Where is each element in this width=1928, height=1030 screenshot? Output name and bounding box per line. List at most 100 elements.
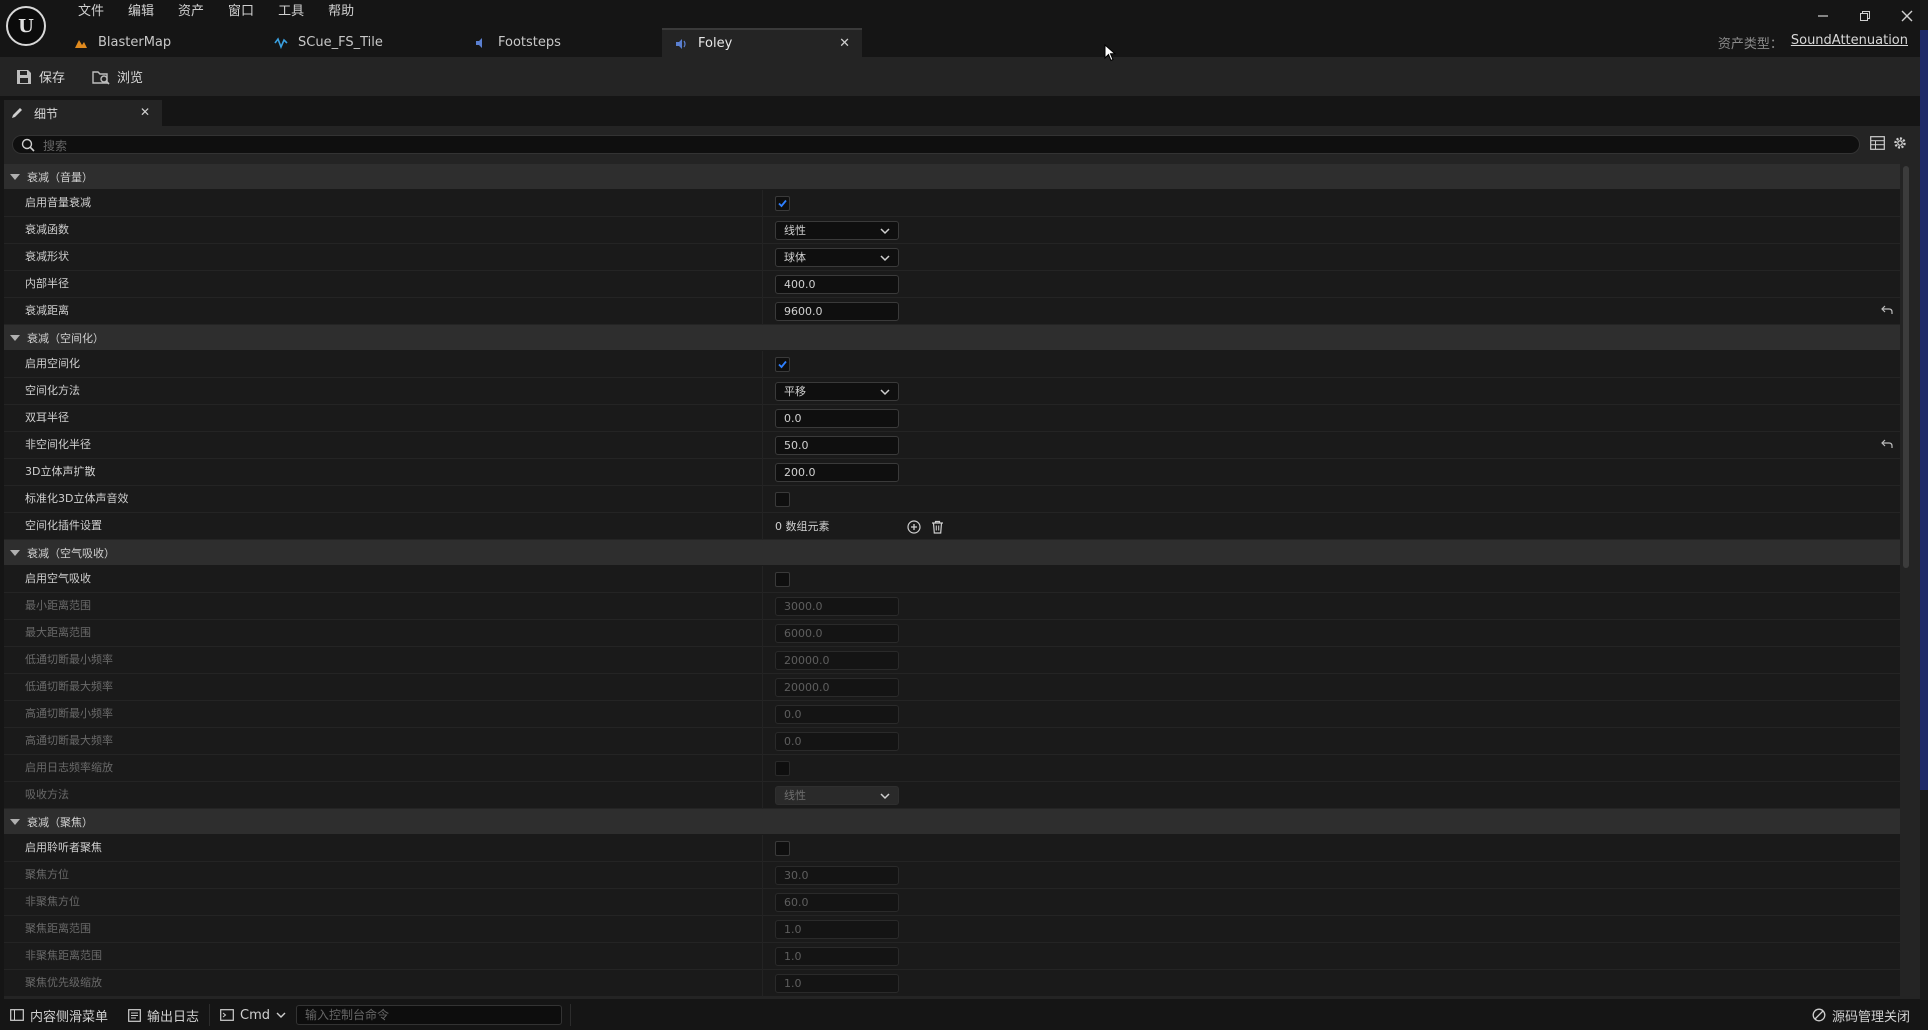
- column-divider[interactable]: [762, 835, 763, 862]
- minimize-icon[interactable]: [1802, 0, 1844, 32]
- column-divider[interactable]: [762, 378, 763, 405]
- search-box[interactable]: [12, 135, 1860, 154]
- menu-item[interactable]: 工具: [266, 2, 316, 22]
- checkbox[interactable]: [775, 196, 790, 211]
- console-command-input[interactable]: [296, 1005, 563, 1025]
- property-label: 最大距离范围: [25, 626, 91, 639]
- number-field[interactable]: 1.0: [775, 920, 899, 939]
- number-field[interactable]: 9600.0: [775, 302, 899, 321]
- number-field[interactable]: 0.0: [775, 732, 899, 751]
- column-divider[interactable]: [762, 916, 763, 943]
- dropdown-select[interactable]: 平移: [775, 382, 899, 401]
- column-divider[interactable]: [762, 244, 763, 271]
- column-divider[interactable]: [762, 889, 763, 916]
- checkbox[interactable]: [775, 357, 790, 372]
- source-control-button[interactable]: 源码管理关闭: [1812, 1000, 1910, 1030]
- category-header[interactable]: 衰减（聚焦）: [4, 809, 1900, 835]
- number-field[interactable]: 20000.0: [775, 678, 899, 697]
- tab-scue-fs-tile[interactable]: SCue_FS_Tile: [262, 28, 462, 57]
- tab-foley[interactable]: Foley ✕: [662, 28, 862, 57]
- content-drawer-button[interactable]: 内容侧滑菜单: [0, 1000, 118, 1030]
- asset-type-link[interactable]: SoundAttenuation: [1791, 33, 1908, 52]
- menu-item[interactable]: 资产: [166, 2, 216, 22]
- chevron-down-icon: [880, 223, 890, 240]
- details-panel-tab[interactable]: 细节 ✕: [4, 100, 162, 126]
- column-divider[interactable]: [762, 970, 763, 997]
- dropdown-select[interactable]: 球体: [775, 248, 899, 267]
- close-tab-icon[interactable]: ✕: [839, 36, 850, 51]
- column-divider[interactable]: [762, 728, 763, 755]
- category-header[interactable]: 衰减（音量）: [4, 164, 1900, 190]
- column-divider[interactable]: [762, 674, 763, 701]
- column-divider[interactable]: [762, 566, 763, 593]
- number-field[interactable]: 50.0: [775, 436, 899, 455]
- add-element-icon[interactable]: [907, 519, 921, 534]
- browse-button[interactable]: 浏览: [76, 57, 154, 96]
- column-divider[interactable]: [762, 647, 763, 674]
- dropdown-select[interactable]: 线性: [775, 221, 899, 240]
- number-field[interactable]: 200.0: [775, 463, 899, 482]
- save-button[interactable]: 保存: [0, 57, 76, 96]
- reset-to-default-icon[interactable]: [1881, 305, 1893, 318]
- column-divider[interactable]: [762, 351, 763, 378]
- category-title: 衰减（空间化）: [27, 331, 104, 345]
- number-field[interactable]: 20000.0: [775, 651, 899, 670]
- cmd-selector[interactable]: Cmd: [210, 1000, 296, 1030]
- checkbox[interactable]: [775, 492, 790, 507]
- number-field[interactable]: 60.0: [775, 893, 899, 912]
- number-field[interactable]: 3000.0: [775, 597, 899, 616]
- tab-blastermap[interactable]: BlasterMap: [62, 28, 262, 57]
- checkbox[interactable]: [775, 841, 790, 856]
- column-divider[interactable]: [762, 701, 763, 728]
- property-value: 3000.0: [775, 597, 899, 616]
- column-divider[interactable]: [762, 782, 763, 809]
- menu-item[interactable]: 窗口: [216, 2, 266, 22]
- column-divider[interactable]: [762, 486, 763, 513]
- property-value: [775, 839, 790, 858]
- column-divider[interactable]: [762, 593, 763, 620]
- number-field[interactable]: 30.0: [775, 866, 899, 885]
- menu-item[interactable]: 帮助: [316, 2, 366, 22]
- menu-item[interactable]: 编辑: [116, 2, 166, 22]
- trash-icon[interactable]: [931, 520, 944, 534]
- category-header[interactable]: 衰减（空间化）: [4, 325, 1900, 351]
- number-field[interactable]: 0.0: [775, 705, 899, 724]
- property-value: 1.0: [775, 974, 899, 993]
- scrollbar-thumb[interactable]: [1903, 166, 1909, 568]
- tab-label: Footsteps: [498, 35, 561, 50]
- column-divider[interactable]: [762, 217, 763, 244]
- dropdown-select[interactable]: 线性: [775, 786, 899, 805]
- column-divider[interactable]: [762, 862, 763, 889]
- column-divider[interactable]: [762, 432, 763, 459]
- number-field[interactable]: 400.0: [775, 275, 899, 294]
- tab-footsteps[interactable]: Footsteps: [462, 28, 662, 57]
- source-control-off-icon: [1812, 1008, 1826, 1022]
- column-divider[interactable]: [762, 755, 763, 782]
- number-field[interactable]: 6000.0: [775, 624, 899, 643]
- reset-to-default-icon[interactable]: [1881, 439, 1893, 452]
- column-divider[interactable]: [762, 513, 763, 540]
- column-divider[interactable]: [762, 405, 763, 432]
- column-divider[interactable]: [762, 620, 763, 647]
- checkbox[interactable]: [775, 572, 790, 587]
- settings-gear-icon[interactable]: [1892, 135, 1908, 151]
- number-field[interactable]: 1.0: [775, 947, 899, 966]
- unreal-logo-icon[interactable]: U: [6, 6, 46, 46]
- column-divider[interactable]: [762, 190, 763, 217]
- column-divider[interactable]: [762, 943, 763, 970]
- property-label: 空间化方法: [25, 384, 80, 397]
- restore-icon[interactable]: [1844, 0, 1886, 32]
- table-view-icon[interactable]: [1870, 136, 1885, 150]
- category-header[interactable]: 衰减（空气吸收）: [4, 540, 1900, 566]
- column-divider[interactable]: [762, 298, 763, 325]
- menu-item[interactable]: 文件: [66, 2, 116, 22]
- search-input[interactable]: [41, 137, 1845, 154]
- property-label: 高通切断最小频率: [25, 707, 113, 720]
- column-divider[interactable]: [762, 459, 763, 486]
- number-field[interactable]: 0.0: [775, 409, 899, 428]
- checkbox[interactable]: [775, 761, 790, 776]
- number-field[interactable]: 1.0: [775, 974, 899, 993]
- close-panel-icon[interactable]: ✕: [140, 105, 150, 119]
- column-divider[interactable]: [762, 271, 763, 298]
- output-log-button[interactable]: 输出日志: [118, 1000, 209, 1030]
